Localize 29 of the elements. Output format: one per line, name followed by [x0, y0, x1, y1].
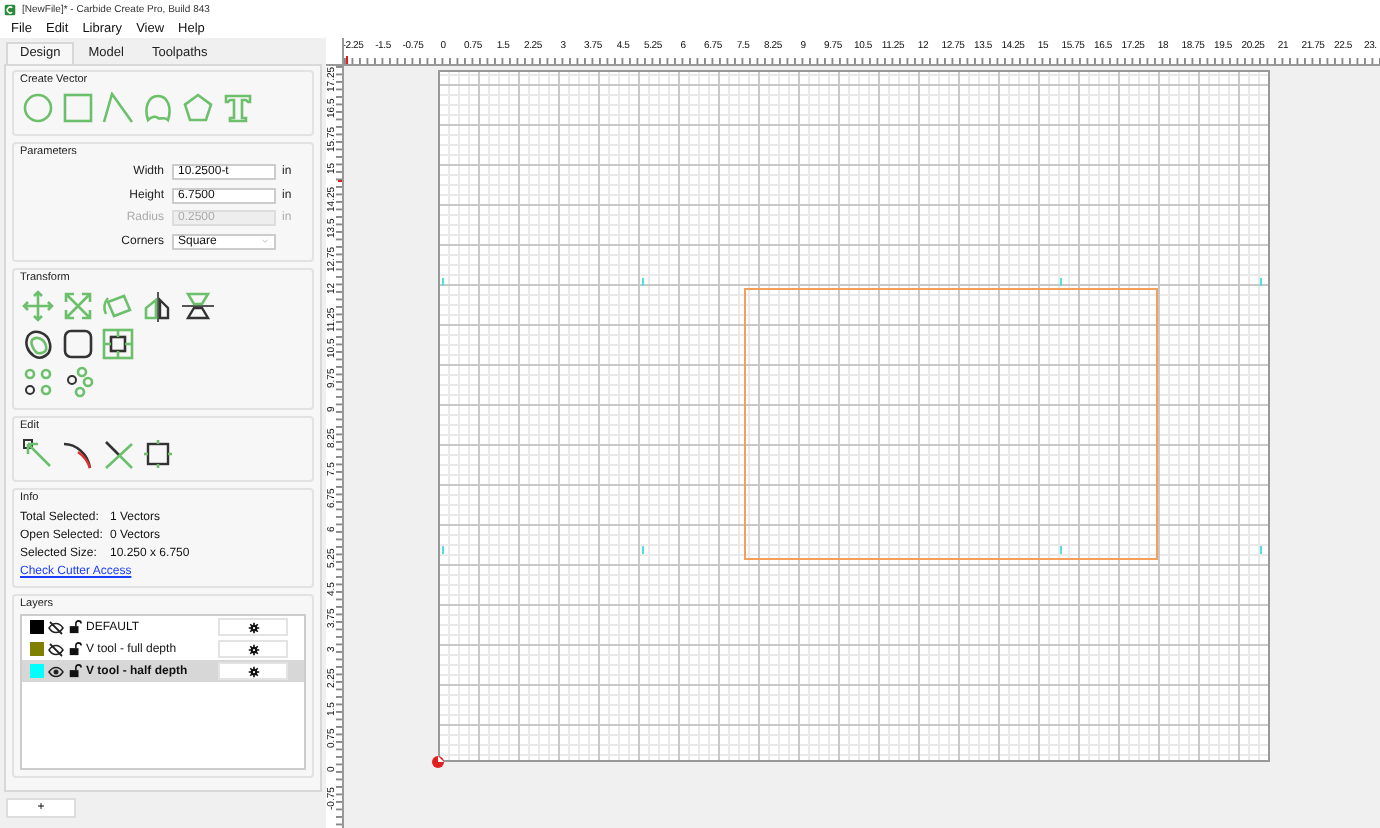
eye-icon[interactable] [48, 663, 64, 679]
trim-icon[interactable] [102, 438, 134, 470]
lock-icon[interactable] [68, 664, 82, 678]
lock-icon[interactable] [68, 620, 82, 634]
color-swatch[interactable] [30, 664, 44, 678]
layer-settings-button[interactable] [218, 618, 288, 636]
layer-settings-button[interactable] [218, 662, 288, 680]
settings-icon[interactable] [247, 665, 259, 677]
layer-settings-button[interactable] [218, 640, 288, 658]
settings-icon[interactable] [247, 621, 259, 633]
offset-icon[interactable] [22, 328, 54, 360]
cursor-marker [346, 56, 348, 64]
rounded-square-icon[interactable] [62, 328, 94, 360]
origin-marker-icon [430, 754, 446, 770]
hidden-eye-icon[interactable] [48, 641, 64, 657]
fillet-icon[interactable] [62, 438, 94, 470]
mirror-vertical-icon[interactable] [142, 290, 174, 322]
settings-icon[interactable] [247, 643, 259, 655]
lock-icon[interactable] [68, 642, 82, 656]
mirror-horizontal-icon[interactable] [182, 290, 214, 322]
node-square-icon[interactable] [142, 438, 174, 470]
color-swatch[interactable] [30, 642, 44, 656]
hidden-eye-icon[interactable] [48, 619, 64, 635]
color-swatch[interactable] [30, 620, 44, 634]
circle-grid-icon[interactable] [22, 366, 54, 398]
selection-handles[interactable] [442, 278, 1264, 558]
circle-cluster-icon[interactable] [62, 366, 94, 398]
node-arrow-icon[interactable] [22, 438, 54, 470]
nested-squares-icon[interactable] [102, 328, 134, 360]
